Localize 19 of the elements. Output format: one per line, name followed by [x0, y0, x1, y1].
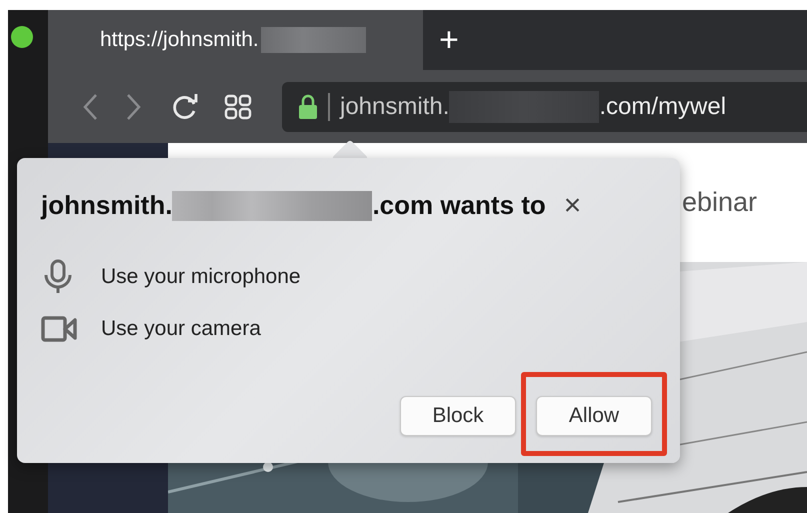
- close-button[interactable]: ×: [560, 190, 586, 220]
- window-button[interactable]: [11, 26, 33, 48]
- allow-button[interactable]: Allow: [536, 396, 652, 436]
- grid-icon[interactable]: [224, 92, 252, 120]
- lock-icon: [298, 94, 318, 120]
- url-text: johnsmith.: [340, 92, 450, 122]
- video-camera-icon: [41, 314, 77, 343]
- browser-tab[interactable]: https://johnsmith.: [48, 10, 423, 70]
- address-bar[interactable]: johnsmith. .com/mywel: [282, 82, 807, 132]
- block-button[interactable]: Block: [400, 396, 516, 436]
- page-heading: ebinar: [682, 186, 757, 220]
- tab-title: https://johnsmith.: [100, 27, 259, 54]
- popup-title: .com wants to: [372, 189, 546, 222]
- new-tab-button[interactable]: +: [423, 10, 459, 70]
- popup-title: johnsmith.: [41, 189, 172, 222]
- url-text: .com/mywel: [599, 92, 726, 122]
- reload-icon[interactable]: [170, 92, 200, 122]
- permission-label: Use your microphone: [101, 264, 301, 290]
- permission-label: Use your camera: [101, 316, 261, 342]
